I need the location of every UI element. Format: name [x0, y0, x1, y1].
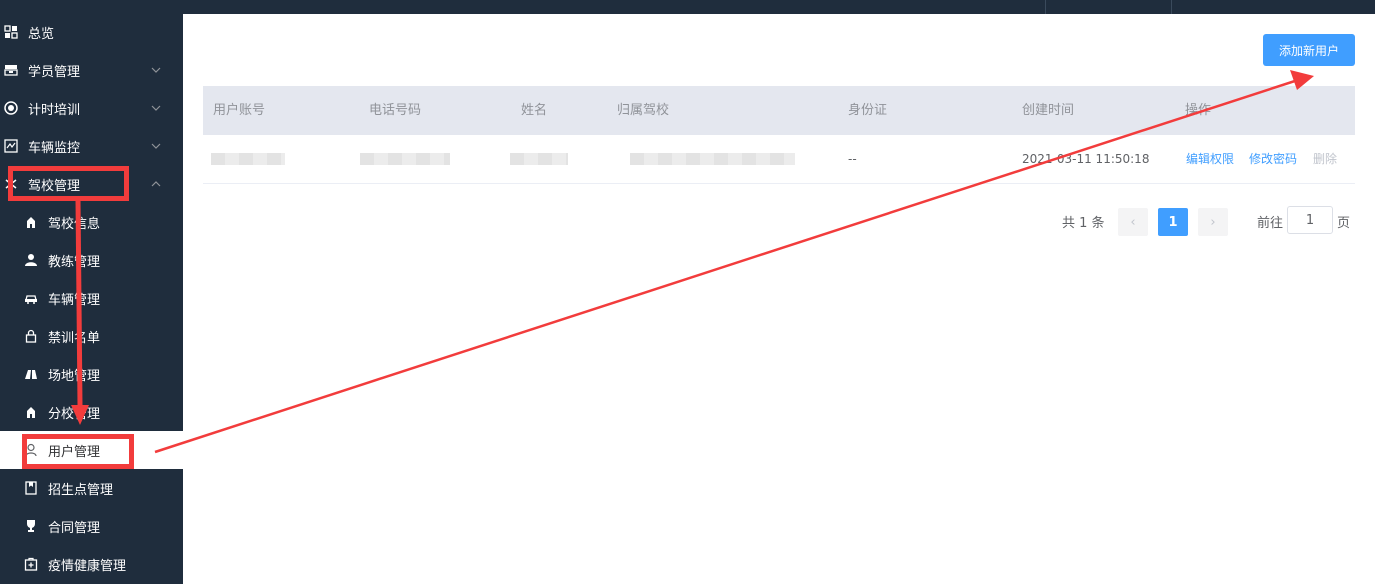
- goto-label: 前往: [1257, 216, 1284, 231]
- sidebar-item-car[interactable]: 车辆管理: [0, 279, 183, 317]
- clock-icon: [4, 101, 18, 115]
- redacted-account: [211, 153, 285, 165]
- chevron-down-icon: [151, 105, 161, 111]
- sidebar-item-ban-list[interactable]: 禁训名单: [0, 317, 183, 355]
- car-icon: [24, 291, 38, 305]
- person-icon: [24, 253, 38, 267]
- next-page-button[interactable]: ›: [1198, 208, 1228, 236]
- sidebar-item-enroll-point[interactable]: 招生点管理: [0, 469, 183, 507]
- top-bar-divider: [1045, 0, 1046, 14]
- top-bar-divider: [1171, 0, 1172, 14]
- chevron-left-icon: ‹: [1130, 214, 1136, 230]
- sidebar-item-label: 分校管理: [48, 406, 101, 422]
- top-bar: [183, 0, 1375, 14]
- redacted-school: [630, 153, 795, 165]
- field-icon: [24, 367, 38, 381]
- sidebar-item-label: 车辆监控: [28, 140, 81, 156]
- column-header-name: 姓名: [521, 103, 548, 118]
- column-header-created: 创建时间: [1022, 103, 1075, 118]
- page-suffix: 页: [1337, 216, 1351, 231]
- sidebar-item-label: 禁训名单: [48, 330, 101, 346]
- redacted-phone: [360, 153, 450, 165]
- sidebar-item-health[interactable]: 疫情健康管理: [0, 545, 183, 583]
- sidebar: 总览 学员管理 计时培训 车辆监控 驾校管理 驾校信息 教练管理 车辆管理 禁训…: [0, 0, 183, 584]
- page-number-current[interactable]: 1: [1158, 208, 1188, 236]
- add-user-button[interactable]: 添加新用户: [1263, 34, 1355, 66]
- sidebar-item-contract[interactable]: 合同管理: [0, 507, 183, 545]
- sidebar-item-label: 驾校信息: [48, 216, 101, 232]
- sidebar-item-label: 教练管理: [48, 254, 101, 270]
- table-row: -- 2021-03-11 11:50:18 编辑权限 修改密码 删除: [203, 135, 1355, 184]
- trophy-icon: [24, 519, 38, 533]
- chevron-down-icon: [151, 67, 161, 73]
- pagination: 共 1 条 ‹ 1 › 前往 页: [183, 206, 1375, 236]
- column-header-school: 归属驾校: [617, 103, 670, 118]
- sidebar-item-label: 合同管理: [48, 520, 101, 536]
- user-table: 用户账号 电话号码 姓名 归属驾校 身份证 创建时间 操作 -- 2021-03…: [203, 86, 1355, 184]
- column-header-account: 用户账号: [213, 103, 266, 118]
- sidebar-item-vehicle-monitor[interactable]: 车辆监控: [0, 127, 183, 165]
- redacted-name: [510, 153, 568, 165]
- sidebar-item-school-info[interactable]: 驾校信息: [0, 203, 183, 241]
- goto-page-input[interactable]: [1287, 206, 1333, 234]
- cell-created: 2021-03-11 11:50:18: [1022, 152, 1150, 166]
- lock-icon: [24, 329, 38, 343]
- column-header-id-card: 身份证: [848, 103, 888, 118]
- sidebar-item-label: 总览: [28, 26, 55, 42]
- table-header: 用户账号 电话号码 姓名 归属驾校 身份证 创建时间 操作: [203, 86, 1355, 135]
- student-icon: [4, 63, 18, 77]
- sidebar-item-label: 招生点管理: [48, 482, 114, 498]
- sidebar-item-label: 疫情健康管理: [48, 558, 127, 574]
- sidebar-item-branch[interactable]: 分校管理: [0, 393, 183, 431]
- annotation-box-school: [8, 166, 129, 201]
- sidebar-item-label: 场地管理: [48, 368, 101, 384]
- change-password-link[interactable]: 修改密码: [1249, 135, 1297, 183]
- chevron-right-icon: ›: [1210, 214, 1216, 230]
- sidebar-item-label: 车辆管理: [48, 292, 101, 308]
- prev-page-button[interactable]: ‹: [1118, 208, 1148, 236]
- sidebar-item-label: 计时培训: [28, 102, 81, 118]
- chevron-down-icon: [151, 143, 161, 149]
- sidebar-item-training[interactable]: 计时培训: [0, 89, 183, 127]
- sidebar-item-label: 学员管理: [28, 64, 81, 80]
- main-content: 添加新用户 用户账号 电话号码 姓名 归属驾校 身份证 创建时间 操作 -- 2…: [183, 14, 1375, 584]
- column-header-actions: 操作: [1185, 103, 1212, 118]
- column-header-phone: 电话号码: [369, 103, 422, 118]
- building-icon: [24, 215, 38, 229]
- chevron-up-icon: [151, 181, 161, 187]
- bookmark-icon: [24, 481, 38, 495]
- sidebar-item-overview[interactable]: 总览: [0, 13, 183, 51]
- delete-link[interactable]: 删除: [1313, 135, 1337, 183]
- sidebar-item-coach[interactable]: 教练管理: [0, 241, 183, 279]
- dashboard-icon: [4, 25, 18, 39]
- sidebar-item-student[interactable]: 学员管理: [0, 51, 183, 89]
- edit-permission-link[interactable]: 编辑权限: [1186, 135, 1234, 183]
- branch-icon: [24, 405, 38, 419]
- cell-id-card: --: [848, 152, 857, 166]
- annotation-box-user: [22, 434, 134, 469]
- medical-icon: [24, 557, 38, 571]
- pagination-total: 共 1 条: [1062, 216, 1105, 231]
- sidebar-item-field[interactable]: 场地管理: [0, 355, 183, 393]
- monitor-icon: [4, 139, 18, 153]
